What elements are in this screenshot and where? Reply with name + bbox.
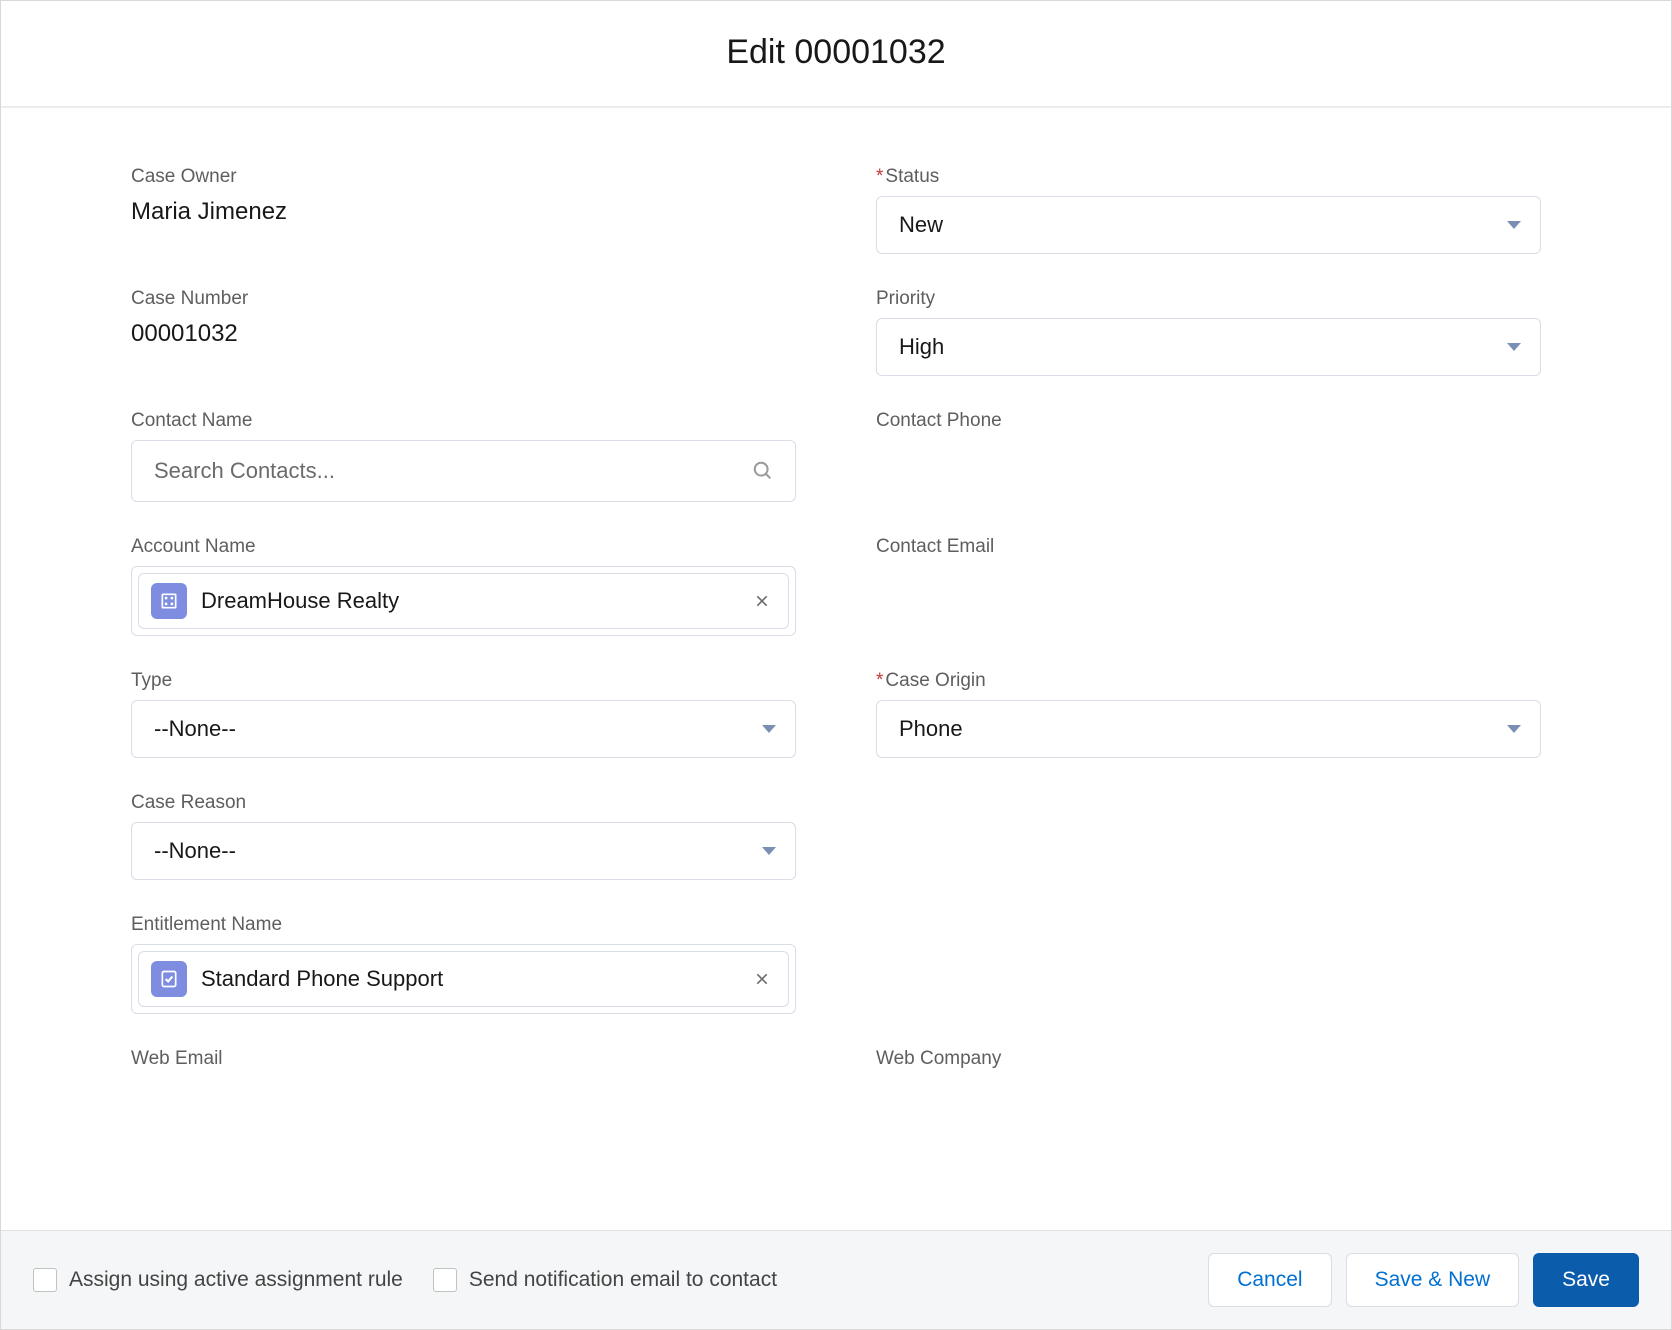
field-entitlement-name: Entitlement Name Standard Phone Support [131, 914, 796, 1014]
required-mark-icon: * [876, 670, 883, 691]
field-account-name: Account Name DreamHouse Realty [131, 536, 796, 636]
form-grid: Case Owner Maria Jimenez *Status New Cas… [131, 166, 1541, 1078]
notify-label: Send notification email to contact [469, 1268, 777, 1292]
value-contact-email [876, 566, 1541, 568]
account-icon [151, 583, 187, 619]
entitlement-name-pill: Standard Phone Support [138, 951, 789, 1007]
modal-body: Case Owner Maria Jimenez *Status New Cas… [1, 108, 1671, 1230]
status-select-value: New [899, 212, 943, 238]
priority-select[interactable]: High [876, 318, 1541, 376]
contact-name-input[interactable] [131, 440, 796, 502]
label-case-reason: Case Reason [131, 792, 796, 814]
entitlement-name-lookup[interactable]: Standard Phone Support [131, 944, 796, 1014]
assign-rule-checkbox[interactable] [33, 1268, 57, 1292]
label-status: *Status [876, 166, 1541, 188]
label-entitlement-name: Entitlement Name [131, 914, 796, 936]
label-web-email: Web Email [131, 1048, 796, 1070]
case-origin-select[interactable]: Phone [876, 700, 1541, 758]
label-contact-email: Contact Email [876, 536, 1541, 558]
case-origin-select-value: Phone [899, 716, 963, 742]
label-type: Type [131, 670, 796, 692]
label-status-text: Status [885, 166, 939, 187]
entitlement-remove-button[interactable] [748, 971, 776, 987]
account-name-value: DreamHouse Realty [201, 588, 734, 614]
label-account-name: Account Name [131, 536, 796, 558]
label-web-company: Web Company [876, 1048, 1541, 1070]
field-case-owner: Case Owner Maria Jimenez [131, 166, 796, 254]
label-case-origin-text: Case Origin [885, 670, 985, 691]
account-remove-button[interactable] [748, 593, 776, 609]
field-empty-right [876, 792, 1541, 880]
field-status: *Status New [876, 166, 1541, 254]
entitlement-name-value: Standard Phone Support [201, 966, 734, 992]
field-case-reason: Case Reason --None-- [131, 792, 796, 880]
type-select-value: --None-- [154, 716, 236, 742]
priority-select-value: High [899, 334, 944, 360]
field-empty-right-2 [876, 914, 1541, 1014]
value-case-owner: Maria Jimenez [131, 196, 796, 226]
assign-rule-checkbox-group[interactable]: Assign using active assignment rule [33, 1268, 403, 1292]
field-web-email: Web Email [131, 1048, 796, 1078]
chevron-down-icon [1507, 343, 1521, 351]
value-case-number: 00001032 [131, 318, 796, 348]
entitlement-icon [151, 961, 187, 997]
modal-footer: Assign using active assignment rule Send… [1, 1230, 1671, 1329]
label-case-owner: Case Owner [131, 166, 796, 188]
footer-left: Assign using active assignment rule Send… [33, 1268, 777, 1292]
chevron-down-icon [1507, 221, 1521, 229]
label-contact-phone: Contact Phone [876, 410, 1541, 432]
label-priority: Priority [876, 288, 1541, 310]
chevron-down-icon [762, 725, 776, 733]
assign-rule-label: Assign using active assignment rule [69, 1268, 403, 1292]
footer-right: Cancel Save & New Save [1208, 1253, 1639, 1307]
label-contact-name: Contact Name [131, 410, 796, 432]
save-new-button[interactable]: Save & New [1346, 1253, 1520, 1307]
save-button[interactable]: Save [1533, 1253, 1639, 1307]
case-reason-select-value: --None-- [154, 838, 236, 864]
field-priority: Priority High [876, 288, 1541, 376]
cancel-button[interactable]: Cancel [1208, 1253, 1331, 1307]
edit-case-modal: Edit 00001032 Case Owner Maria Jimenez *… [0, 0, 1672, 1330]
value-contact-phone [876, 440, 1541, 442]
account-name-pill: DreamHouse Realty [138, 573, 789, 629]
status-select[interactable]: New [876, 196, 1541, 254]
type-select[interactable]: --None-- [131, 700, 796, 758]
field-case-origin: *Case Origin Phone [876, 670, 1541, 758]
field-contact-phone: Contact Phone [876, 410, 1541, 502]
field-case-number: Case Number 00001032 [131, 288, 796, 376]
field-contact-name: Contact Name [131, 410, 796, 502]
chevron-down-icon [762, 847, 776, 855]
field-contact-email: Contact Email [876, 536, 1541, 636]
field-web-company: Web Company [876, 1048, 1541, 1078]
field-type: Type --None-- [131, 670, 796, 758]
label-case-number: Case Number [131, 288, 796, 310]
search-icon [752, 460, 774, 482]
notify-checkbox[interactable] [433, 1268, 457, 1292]
notify-checkbox-group[interactable]: Send notification email to contact [433, 1268, 777, 1292]
modal-title: Edit 00001032 [1, 1, 1671, 108]
account-name-lookup[interactable]: DreamHouse Realty [131, 566, 796, 636]
required-mark-icon: * [876, 166, 883, 187]
chevron-down-icon [1507, 725, 1521, 733]
label-case-origin: *Case Origin [876, 670, 1541, 692]
case-reason-select[interactable]: --None-- [131, 822, 796, 880]
